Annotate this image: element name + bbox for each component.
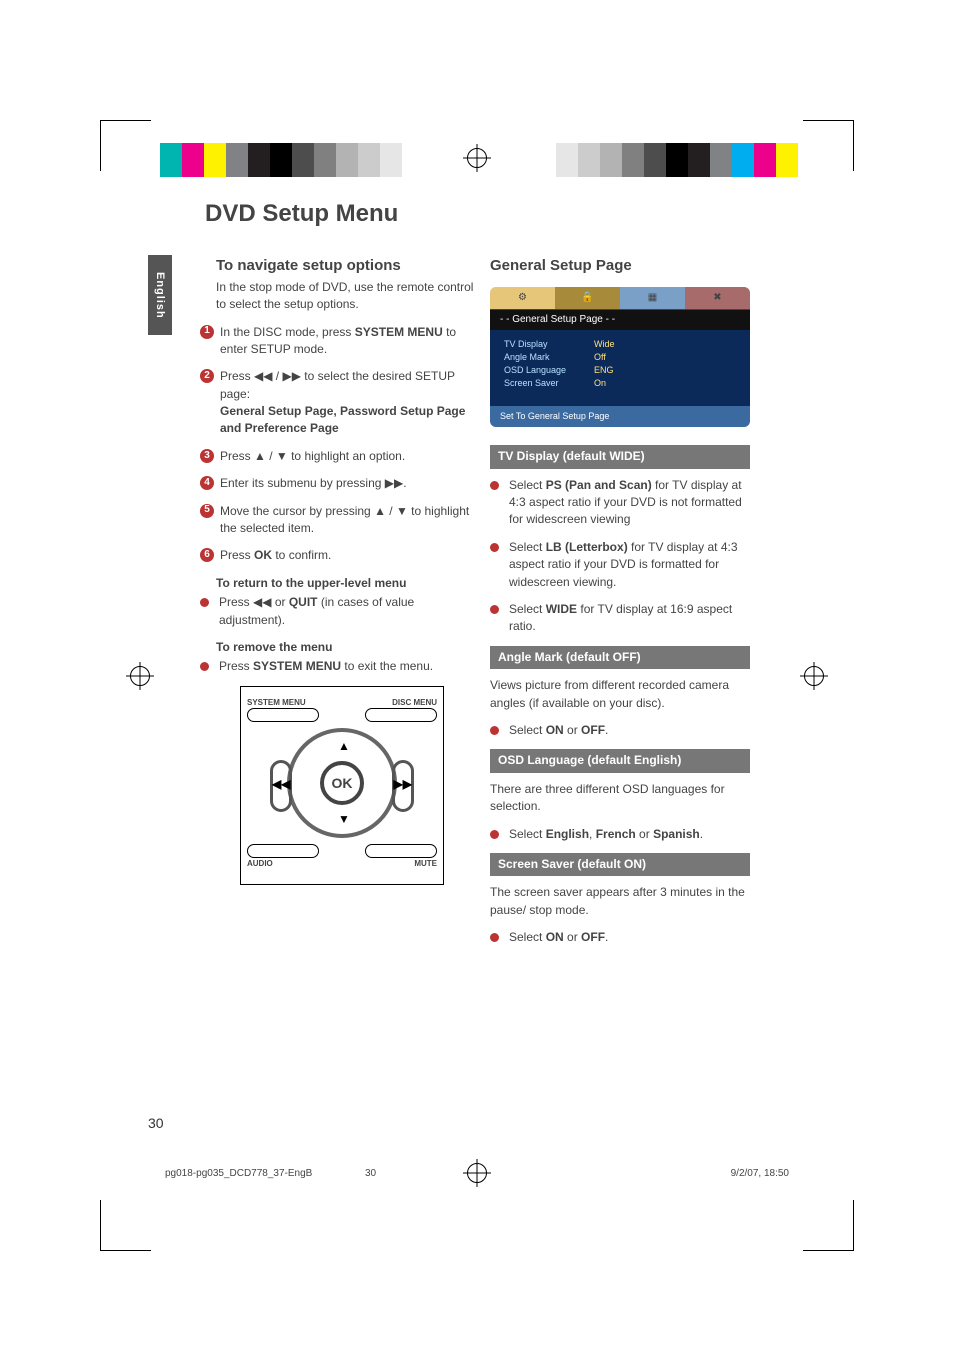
footer-date: 9/2/07, 18:50 (731, 1168, 789, 1179)
osd-row: Angle MarkOff (504, 351, 736, 364)
step-1: 1 In the DISC mode, press SYSTEM MENU to… (200, 324, 475, 359)
page-number: 30 (148, 1115, 164, 1131)
footer-file: pg018-pg035_DCD778_37-EngB (165, 1168, 312, 1179)
remove-bullet: Press SYSTEM MENU to exit the menu. (200, 658, 475, 675)
osd-footer: Set To General Setup Page (490, 406, 750, 427)
osd-row: OSD LanguageENG (504, 364, 736, 377)
bullet-icon (490, 726, 499, 735)
tv-lb-bullet: Select LB (Letterbox) for TV display at … (490, 539, 750, 591)
angle-bar: Angle Mark (default OFF) (490, 646, 750, 669)
osd-title: - - General Setup Page - - (490, 309, 750, 331)
step-5: 5 Move the cursor by pressing ▲ / ▼ to h… (200, 503, 475, 538)
osd-lang-bar: OSD Language (default English) (490, 749, 750, 772)
osd-row: TV DisplayWide (504, 338, 736, 351)
osd-lang-select-bullet: Select English, French or Spanish. (490, 826, 750, 843)
step-2: 2 Press ◀◀ / ▶▶ to select the desired SE… (200, 368, 475, 438)
registration-mark-top (467, 148, 487, 168)
step-number-icon: 1 (200, 325, 214, 339)
footer-page: 30 (365, 1168, 376, 1179)
nav-intro: In the stop mode of DVD, use the remote … (216, 279, 475, 314)
arrow-up-icon: ▲ (338, 738, 350, 755)
angle-desc: Views picture from different recorded ca… (490, 677, 750, 712)
screen-saver-select-bullet: Select ON or OFF. (490, 929, 750, 946)
arrow-rewind-icon: ◀◀ (272, 776, 290, 793)
step-4: 4 Enter its submenu by pressing ▶▶. (200, 475, 475, 492)
osd-lang-desc: There are three different OSD languages … (490, 781, 750, 816)
osd-tab-icon: ⚙ (490, 287, 555, 309)
step-number-icon: 5 (200, 504, 214, 518)
step-number-icon: 4 (200, 476, 214, 490)
return-bullet: Press ◀◀ or QUIT (in cases of value adju… (200, 594, 475, 629)
osd-tab-icon: 🔒 (555, 287, 620, 309)
arrow-down-icon: ▼ (338, 811, 350, 828)
registration-mark-left (130, 666, 150, 686)
step-number-icon: 3 (200, 449, 214, 463)
remote-btn-audio-label: AUDIO (247, 858, 319, 870)
tv-wide-bullet: Select WIDE for TV display at 16:9 aspec… (490, 601, 750, 636)
osd-screenshot: ⚙ 🔒 ▦ ✖ - - General Setup Page - - TV Di… (490, 287, 750, 428)
remote-btn-system-menu-label: SYSTEM MENU (247, 697, 319, 709)
screen-saver-bar: Screen Saver (default ON) (490, 853, 750, 876)
crop-mark-top-left (100, 120, 151, 171)
remote-btn-disc-menu-label: DISC MENU (365, 697, 437, 709)
tv-display-bar: TV Display (default WIDE) (490, 445, 750, 468)
page-title: DVD Setup Menu (205, 200, 398, 228)
nav-heading: To navigate setup options (216, 255, 475, 277)
bullet-icon (200, 662, 209, 671)
screen-saver-desc: The screen saver appears after 3 minutes… (490, 884, 750, 919)
remote-btn-system-menu (247, 708, 319, 722)
remote-btn-disc-menu (365, 708, 437, 722)
remote-btn-mute-label: MUTE (365, 858, 437, 870)
footer-line: pg018-pg035_DCD778_37-EngB 30 9/2/07, 18… (165, 1168, 789, 1179)
step-3: 3 Press ▲ / ▼ to highlight an option. (200, 448, 475, 465)
language-tab: English (148, 255, 172, 335)
osd-row: Screen SaverOn (504, 377, 736, 390)
osd-tab-icon: ▦ (620, 287, 685, 309)
return-heading: To return to the upper-level menu (216, 575, 475, 592)
bullet-icon (490, 933, 499, 942)
bullet-icon (490, 605, 499, 614)
osd-body: TV DisplayWideAngle MarkOffOSD LanguageE… (490, 330, 750, 406)
remote-btn-audio (247, 844, 319, 858)
color-bar-left (160, 143, 424, 177)
bullet-icon (490, 830, 499, 839)
bullet-icon (490, 481, 499, 490)
bullet-icon (490, 543, 499, 552)
tv-ps-bullet: Select PS (Pan and Scan) for TV display … (490, 477, 750, 529)
crop-mark-bottom-right (803, 1200, 854, 1251)
bullet-icon (200, 598, 209, 607)
right-column: General Setup Page ⚙ 🔒 ▦ ✖ - - General S… (490, 255, 750, 957)
crop-mark-bottom-left (100, 1200, 151, 1251)
arrow-forward-icon: ▶▶ (394, 776, 412, 793)
left-column: To navigate setup options In the stop mo… (200, 255, 475, 885)
osd-tab-icon: ✖ (685, 287, 750, 309)
step-6: 6 Press OK to confirm. (200, 547, 475, 564)
general-setup-heading: General Setup Page (490, 255, 750, 277)
remove-heading: To remove the menu (216, 639, 475, 656)
remote-btn-mute (365, 844, 437, 858)
color-bar-right (534, 143, 798, 177)
step-number-icon: 2 (200, 369, 214, 383)
remote-diagram: SYSTEM MENU DISC MENU OK ▲ ▼ ◀◀ ▶▶ AUDIO (240, 686, 444, 885)
angle-select-bullet: Select ON or OFF. (490, 722, 750, 739)
step-number-icon: 6 (200, 548, 214, 562)
registration-mark-right (804, 666, 824, 686)
crop-mark-top-right (803, 120, 854, 171)
